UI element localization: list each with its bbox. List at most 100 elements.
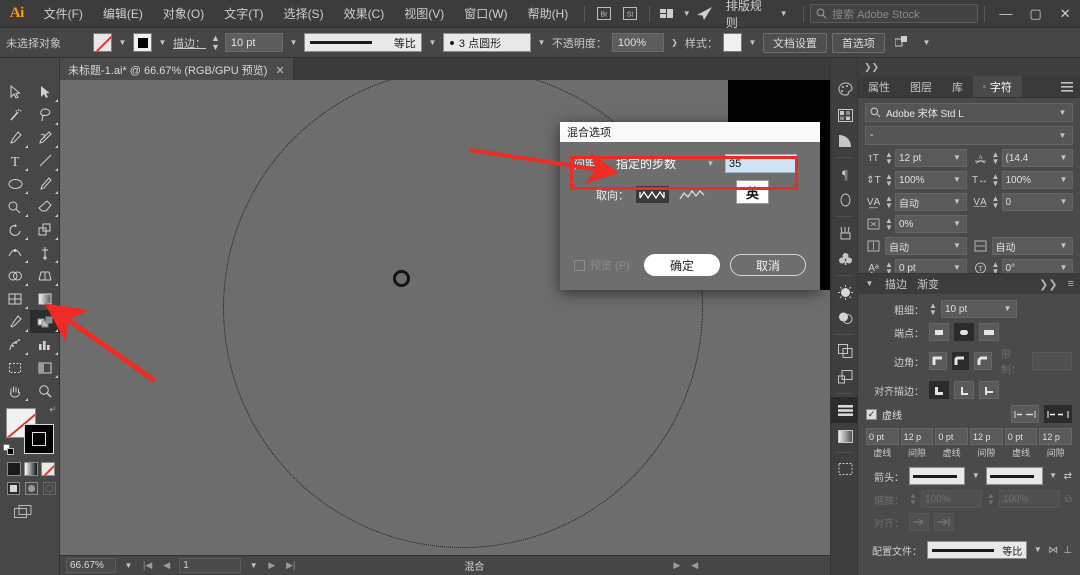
align-center-button[interactable]	[929, 381, 949, 399]
vertical-spacing-input[interactable]: 自动 ▼	[885, 237, 967, 255]
preview-checkbox[interactable]	[574, 259, 585, 271]
color-mode-button[interactable]	[7, 462, 21, 476]
stroke-weight-chevron-down-icon[interactable]: ▼	[288, 38, 299, 47]
tsume-stepper[interactable]: ▲ ▼	[885, 216, 893, 231]
flip-profile-horizontal-icon[interactable]: ⋈	[1048, 545, 1058, 556]
style-chevron-down-icon[interactable]: ▼	[747, 38, 758, 47]
swatches-panel-icon[interactable]	[831, 102, 859, 128]
cancel-button[interactable]: 取消	[730, 254, 806, 276]
symbol-sprayer-tool[interactable]	[0, 333, 30, 356]
blend-options-dialog[interactable]: 混合选项 间距： 指定的步数 ▼ 35 取向： 预览 (P) 确定 取消 英	[560, 122, 820, 290]
menu-view[interactable]: 视图(V)	[394, 0, 454, 28]
opacity-chevron-icon[interactable]: ❯	[669, 38, 680, 47]
direct-selection-tool[interactable]	[30, 80, 60, 103]
gradient-mode-button[interactable]	[24, 462, 38, 476]
limit-input[interactable]	[1032, 352, 1072, 370]
kerning-stepper[interactable]: ▲ ▼	[885, 194, 893, 209]
ellipse-tool[interactable]	[0, 172, 30, 195]
arrow-end-chevron-down-icon[interactable]: ▼	[1048, 472, 1059, 480]
brushes-panel-icon[interactable]	[831, 220, 859, 246]
select-similar-chevron-down-icon[interactable]: ▼	[921, 38, 932, 47]
stock-icon[interactable]: St	[617, 0, 643, 28]
gap-input-1[interactable]: 12 p	[900, 428, 934, 445]
paintbrush-tool[interactable]	[30, 172, 60, 195]
stroke-weight-input[interactable]: 10 pt	[224, 33, 283, 52]
tab-libraries[interactable]: 库	[942, 76, 973, 97]
gradient-tool[interactable]	[30, 287, 60, 310]
stroke-panel-menu-icon[interactable]: ≡	[1068, 278, 1074, 290]
preview-checkbox-group[interactable]: 预览 (P)	[574, 257, 630, 273]
stroke-collapse-icon[interactable]: ❯❯	[1039, 278, 1057, 291]
kerning-group[interactable]: V͟A ▲ ▼ 自动 ▼	[865, 193, 967, 211]
blend-tool[interactable]	[30, 310, 60, 333]
appearance-panel-icon[interactable]	[831, 305, 859, 331]
arrow-start-chevron-down-icon[interactable]: ▼	[970, 472, 981, 480]
menu-object[interactable]: 对象(O)	[153, 0, 214, 28]
horizontal-spacing-group[interactable]: 自动 ▼	[972, 237, 1073, 255]
bevel-join-button[interactable]	[974, 352, 992, 370]
free-transform-tool[interactable]	[30, 241, 60, 264]
menu-type[interactable]: 文字(T)	[214, 0, 273, 28]
vertical-scale-group[interactable]: ⇕T ▲ ▼ 100% ▼	[865, 171, 967, 189]
draw-inside-icon[interactable]	[43, 482, 56, 495]
steps-input[interactable]: 35	[725, 154, 797, 173]
leading-group[interactable]: A ▲ ▼ (14.4 ▼	[972, 149, 1073, 167]
stroke-swatch[interactable]	[133, 33, 152, 52]
dash-input-3[interactable]: 0 pt	[1004, 428, 1038, 445]
weight-stepper[interactable]: ▲ ▼	[929, 301, 937, 316]
font-size-stepper[interactable]: ▲ ▼	[885, 150, 893, 165]
zoom-chevron-down-icon[interactable]: ▼	[123, 561, 134, 570]
bridge-icon[interactable]: Br	[591, 0, 617, 28]
shape-builder-tool[interactable]	[0, 264, 30, 287]
transparency-panel-icon[interactable]	[831, 279, 859, 305]
menu-edit[interactable]: 编辑(E)	[93, 0, 153, 28]
align-outside-button[interactable]	[979, 381, 999, 399]
glyphs-panel-icon[interactable]	[831, 187, 859, 213]
curvature-tool[interactable]	[30, 126, 60, 149]
stroke-panel-icon[interactable]	[831, 397, 859, 423]
arrange-documents-button[interactable]: 排版规则 ▼	[718, 0, 797, 31]
artboard-number-input[interactable]: 1	[179, 558, 242, 573]
close-icon[interactable]: ✕	[275, 64, 284, 77]
stroke-chevron-down-icon[interactable]: ▼	[157, 38, 168, 47]
projecting-cap-button[interactable]	[979, 323, 999, 341]
tracking-input[interactable]: 0 ▼	[1001, 193, 1073, 211]
paragraph-panel-icon[interactable]: ¶	[831, 161, 859, 187]
last-page-button[interactable]: ▶|	[284, 560, 297, 571]
stroke-weight-label[interactable]: 描边：	[173, 35, 206, 51]
width-tool[interactable]	[0, 241, 30, 264]
zoom-level-input[interactable]: 66.67%	[66, 558, 116, 573]
blend-spine-circle[interactable]	[393, 270, 410, 287]
change-screen-mode-icon[interactable]	[0, 495, 59, 522]
hand-tool[interactable]	[0, 379, 30, 402]
round-join-button[interactable]	[951, 352, 970, 370]
status-menu-icon[interactable]: ▶	[671, 560, 682, 571]
horizontal-spacing-input[interactable]: 自动 ▼	[991, 237, 1073, 255]
artboards-panel-icon[interactable]	[831, 456, 859, 482]
horizontal-scale-stepper[interactable]: ▲ ▼	[992, 172, 1000, 187]
type-tool[interactable]: T	[0, 149, 30, 172]
maximize-button[interactable]: ▢	[1021, 0, 1051, 28]
graphic-style-swatch[interactable]	[722, 33, 742, 52]
status-resize-icon[interactable]: ◀	[689, 560, 700, 571]
magic-wand-tool[interactable]	[0, 103, 30, 126]
vertical-scale-input[interactable]: 100% ▼	[895, 171, 967, 189]
align-to-path-button[interactable]	[676, 186, 709, 203]
tracking-stepper[interactable]: ▲ ▼	[992, 194, 1000, 209]
stroke-profile-select[interactable]: 等比	[303, 33, 422, 52]
font-size-input[interactable]: 12 pt ▼	[895, 149, 967, 167]
document-tab[interactable]: 未标题-1.ai* @ 66.67% (RGB/GPU 预览) ✕	[60, 58, 294, 80]
selection-tool[interactable]	[0, 80, 30, 103]
color-guide-icon[interactable]	[831, 128, 859, 154]
draw-behind-icon[interactable]	[25, 482, 38, 495]
scale-tool[interactable]	[30, 218, 60, 241]
workspace-switcher-icon[interactable]	[656, 0, 682, 28]
tab-character[interactable]: ◦ 字符	[973, 76, 1022, 97]
color-panel-icon[interactable]	[831, 76, 859, 102]
swap-arrows-icon[interactable]: ⇄	[1064, 471, 1072, 482]
align-inside-button[interactable]	[954, 381, 974, 399]
symbols-panel-icon[interactable]	[831, 246, 859, 272]
mesh-tool[interactable]	[0, 287, 30, 310]
menu-window[interactable]: 窗口(W)	[454, 0, 517, 28]
vertical-scale-stepper[interactable]: ▲ ▼	[885, 172, 893, 187]
